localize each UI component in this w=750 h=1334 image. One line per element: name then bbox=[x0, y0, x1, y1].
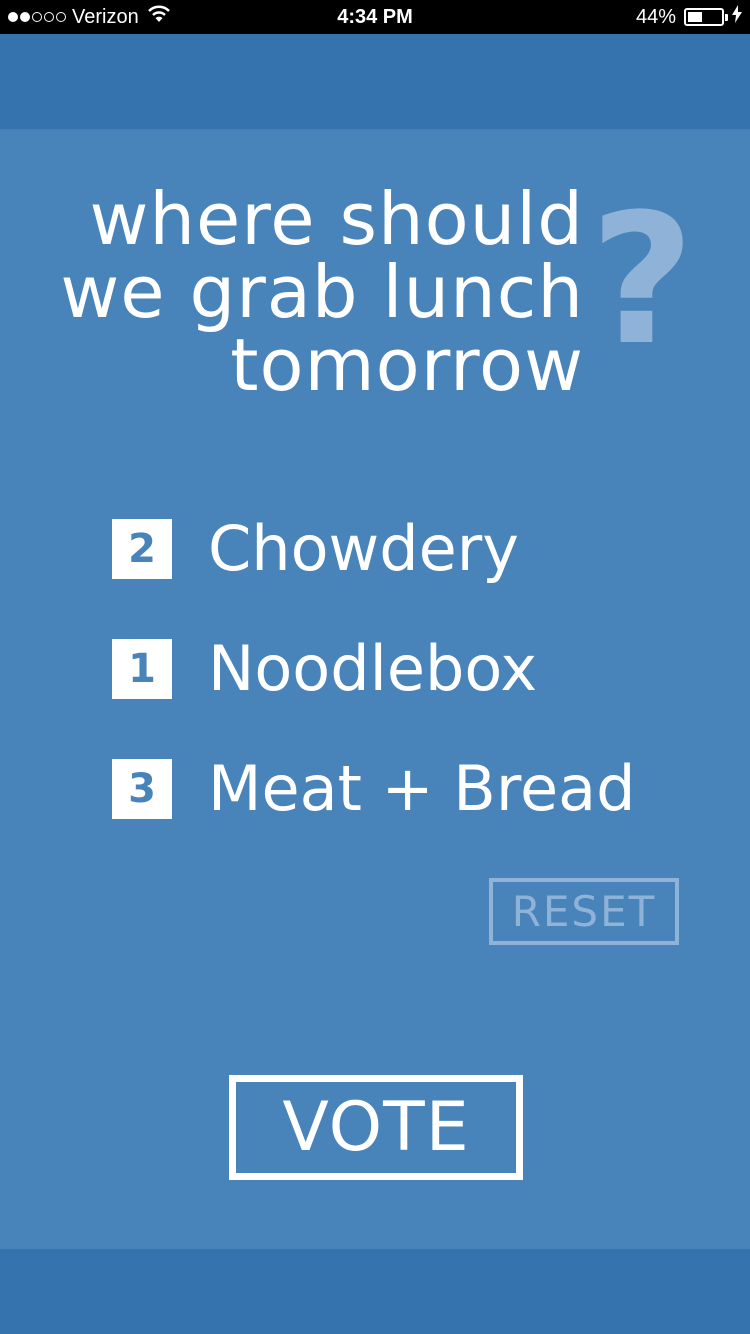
option-label: Chowdery bbox=[208, 512, 519, 585]
vote-count-badge: 2 bbox=[112, 519, 172, 579]
status-bar-right: 44% bbox=[636, 0, 742, 34]
poll-option-meat-bread[interactable]: 3 Meat + Bread bbox=[112, 752, 636, 825]
poll-options: 2 Chowdery 1 Noodlebox 3 Meat + Bread bbox=[112, 512, 636, 879]
vote-count-badge: 1 bbox=[112, 639, 172, 699]
option-label: Meat + Bread bbox=[208, 752, 636, 825]
question-line: we grab lunch bbox=[60, 250, 584, 334]
question-line: where should bbox=[89, 177, 584, 261]
charging-bolt-icon bbox=[732, 5, 742, 29]
battery-tip bbox=[725, 13, 728, 21]
status-bar: Verizon 4:34 PM 44% bbox=[0, 0, 750, 34]
poll-card: where should we grab lunch tomorrow ? 2 … bbox=[0, 129, 750, 1249]
reset-button[interactable]: RESET bbox=[489, 878, 679, 945]
vote-count-badge: 3 bbox=[112, 759, 172, 819]
poll-question: where should we grab lunch tomorrow bbox=[24, 183, 584, 402]
battery-icon bbox=[684, 8, 724, 26]
question-line: tomorrow bbox=[230, 323, 584, 407]
battery-percentage: 44% bbox=[635, 5, 676, 28]
vote-button[interactable]: VOTE bbox=[229, 1075, 523, 1180]
poll-option-chowdery[interactable]: 2 Chowdery bbox=[112, 512, 635, 585]
option-label: Noodlebox bbox=[208, 632, 538, 705]
battery-level-fill bbox=[688, 12, 702, 22]
poll-option-noodlebox[interactable]: 1 Noodlebox bbox=[112, 632, 635, 705]
question-mark-icon: ? bbox=[590, 176, 695, 385]
